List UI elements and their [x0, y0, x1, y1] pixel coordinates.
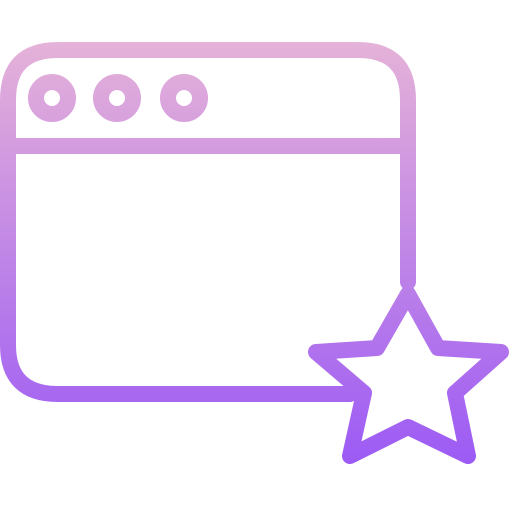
star-icon: [308, 286, 509, 464]
window-dot-icon: [160, 74, 208, 122]
window-dot-icon: [28, 74, 76, 122]
window-dot-icon: [93, 74, 141, 122]
browser-star-illustration: [0, 0, 512, 512]
browser-window-star-icon: [0, 42, 509, 464]
